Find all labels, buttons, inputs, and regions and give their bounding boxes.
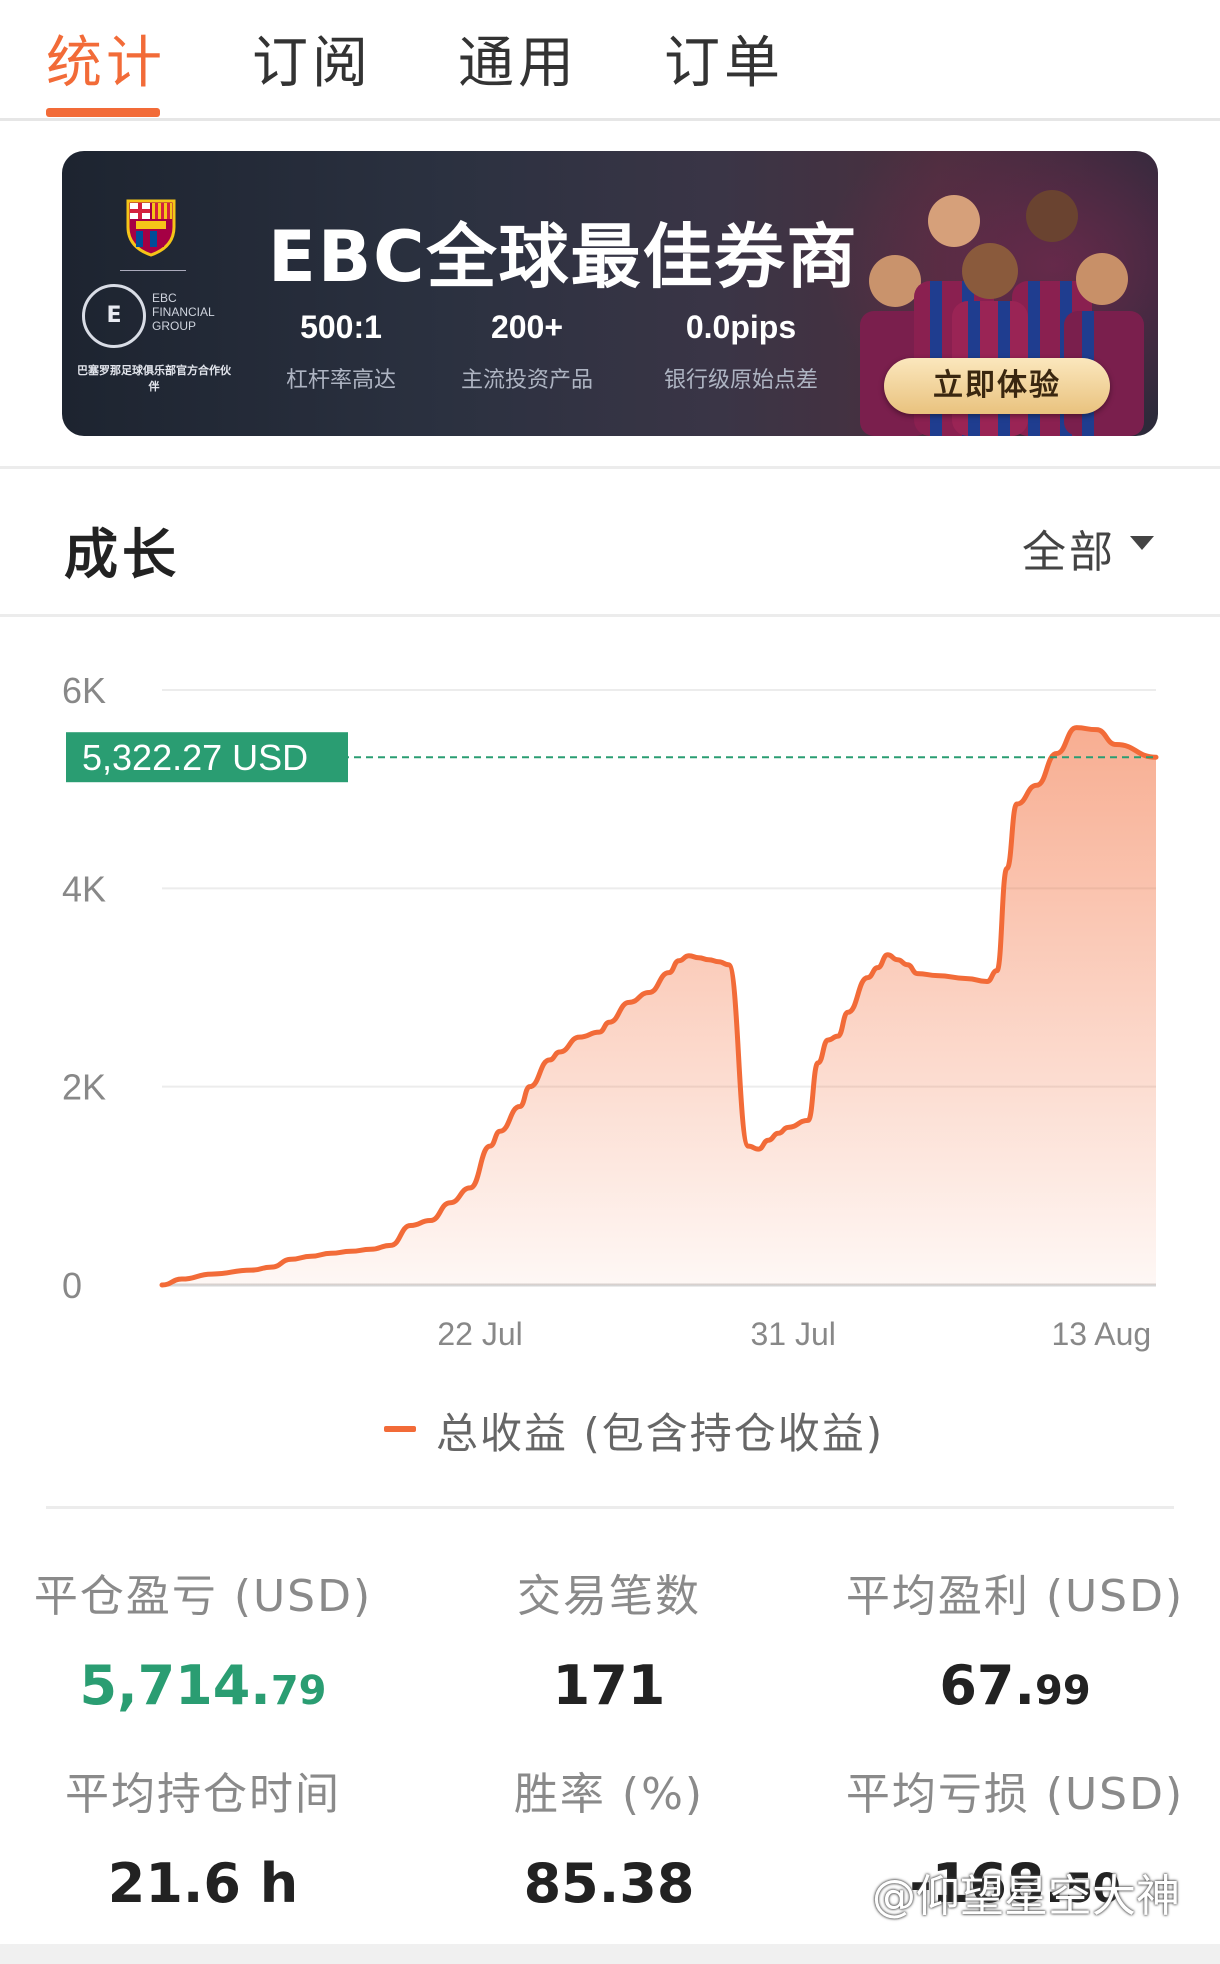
stat-label: 平均亏损 (USD) xyxy=(845,1769,1185,1820)
y-tick-label: 6K xyxy=(62,670,106,711)
top-tab-bar: 统计 订阅 通用 订单 xyxy=(0,0,1220,121)
banner-stat-desc: 杠杆率高达 xyxy=(285,368,396,393)
banner-stat-value: 200+ xyxy=(490,309,564,345)
logo-divider xyxy=(120,270,186,271)
banner-stat-products: 200+ 主流投资产品 xyxy=(442,309,612,394)
bottom-strip xyxy=(0,1944,1220,1964)
stat-value: 85.38 xyxy=(406,1852,812,1915)
y-tick-label: 0 xyxy=(62,1265,82,1306)
growth-chart[interactable]: 0 2K 4K 6K 22 Jul 31 Jul 13 Aug 5,322.27 USD xyxy=(0,640,1220,1360)
tab-statistics[interactable]: 统计 xyxy=(46,18,166,99)
section-divider xyxy=(0,466,1220,469)
stat-value-int: 21.6 h xyxy=(107,1852,299,1915)
y-tick-label: 4K xyxy=(62,868,106,909)
stat-trade-count: 交易笔数 171 xyxy=(406,1560,812,1717)
growth-section-title: 成长 xyxy=(64,523,180,586)
caret-down-icon[interactable] xyxy=(1130,536,1154,550)
y-tick-label: 2K xyxy=(62,1067,106,1108)
stat-label: 交易笔数 xyxy=(517,1571,701,1622)
partner-text: 巴塞罗那足球俱乐部官方合作伙伴 xyxy=(77,364,231,393)
legend-swatch xyxy=(384,1426,416,1432)
stat-value-int: 85.38 xyxy=(523,1852,695,1915)
watermark: @仰望星空大神 xyxy=(872,1871,1180,1922)
tab-orders[interactable]: 订单 xyxy=(664,18,784,99)
stat-value-int: 171 xyxy=(552,1654,666,1717)
banner-stat-spread: 0.0pips 银行级原始点差 xyxy=(651,309,831,394)
banner-title: EBC全球最佳券商 xyxy=(268,216,859,298)
banner-stat-leverage: 500:1 杠杆率高达 xyxy=(256,309,426,394)
banner-stat-desc: 主流投资产品 xyxy=(460,368,593,393)
stat-value-dec: 99 xyxy=(1035,1668,1091,1714)
stat-value-int: 5,714. xyxy=(79,1654,271,1717)
stat-closed-pnl: 平仓盈亏 (USD) 5,714.79 xyxy=(0,1560,406,1717)
x-tick-label: 13 Aug xyxy=(1052,1316,1152,1352)
tab-general[interactable]: 通用 xyxy=(458,18,578,99)
current-value-label: 5,322.27 USD xyxy=(82,737,308,778)
range-dropdown[interactable]: 全部 xyxy=(1022,516,1116,580)
banner-stat-value: 500:1 xyxy=(300,309,382,345)
stat-avg-holding-time: 平均持仓时间 21.6 h xyxy=(0,1758,406,1915)
stat-label: 平仓盈亏 (USD) xyxy=(33,1571,373,1622)
stat-label: 平均持仓时间 xyxy=(65,1769,341,1820)
try-now-button[interactable]: 立即体验 xyxy=(884,358,1110,414)
stat-label: 胜率 (%) xyxy=(513,1769,705,1820)
stat-label: 平均盈利 (USD) xyxy=(845,1571,1185,1622)
fc-barcelona-crest-icon xyxy=(126,199,176,257)
stat-win-rate: 胜率 (%) 85.38 xyxy=(406,1758,812,1915)
tab-subscription[interactable]: 订阅 xyxy=(252,18,372,99)
stat-avg-profit: 平均盈利 (USD) 67.99 xyxy=(812,1560,1218,1717)
series-area xyxy=(162,727,1156,1285)
stat-value: 21.6 h xyxy=(0,1852,406,1915)
stat-value-dec: 79 xyxy=(270,1668,327,1714)
stat-value: 171 xyxy=(406,1654,812,1717)
ebc-logo-text: EBC FINANCIAL GROUP xyxy=(152,291,215,333)
x-tick-label: 31 Jul xyxy=(750,1316,835,1352)
legend-label: 总收益 (包含持仓收益) xyxy=(436,1409,885,1458)
ebc-logo-icon: E xyxy=(82,284,146,348)
banner-stat-desc: 银行级原始点差 xyxy=(663,368,818,393)
x-tick-label: 22 Jul xyxy=(437,1316,522,1352)
banner-stat-value: 0.0pips xyxy=(685,309,797,345)
promo-banner[interactable]: E EBC FINANCIAL GROUP 巴塞罗那足球俱乐部官方合作伙伴 EB… xyxy=(62,151,1158,436)
active-tab-indicator xyxy=(46,108,160,117)
stat-value: 67.99 xyxy=(812,1654,1218,1717)
stat-value: 5,714.79 xyxy=(0,1654,406,1717)
section-divider xyxy=(46,1506,1174,1509)
stat-value-int: 67. xyxy=(939,1654,1035,1717)
section-divider xyxy=(0,614,1220,617)
